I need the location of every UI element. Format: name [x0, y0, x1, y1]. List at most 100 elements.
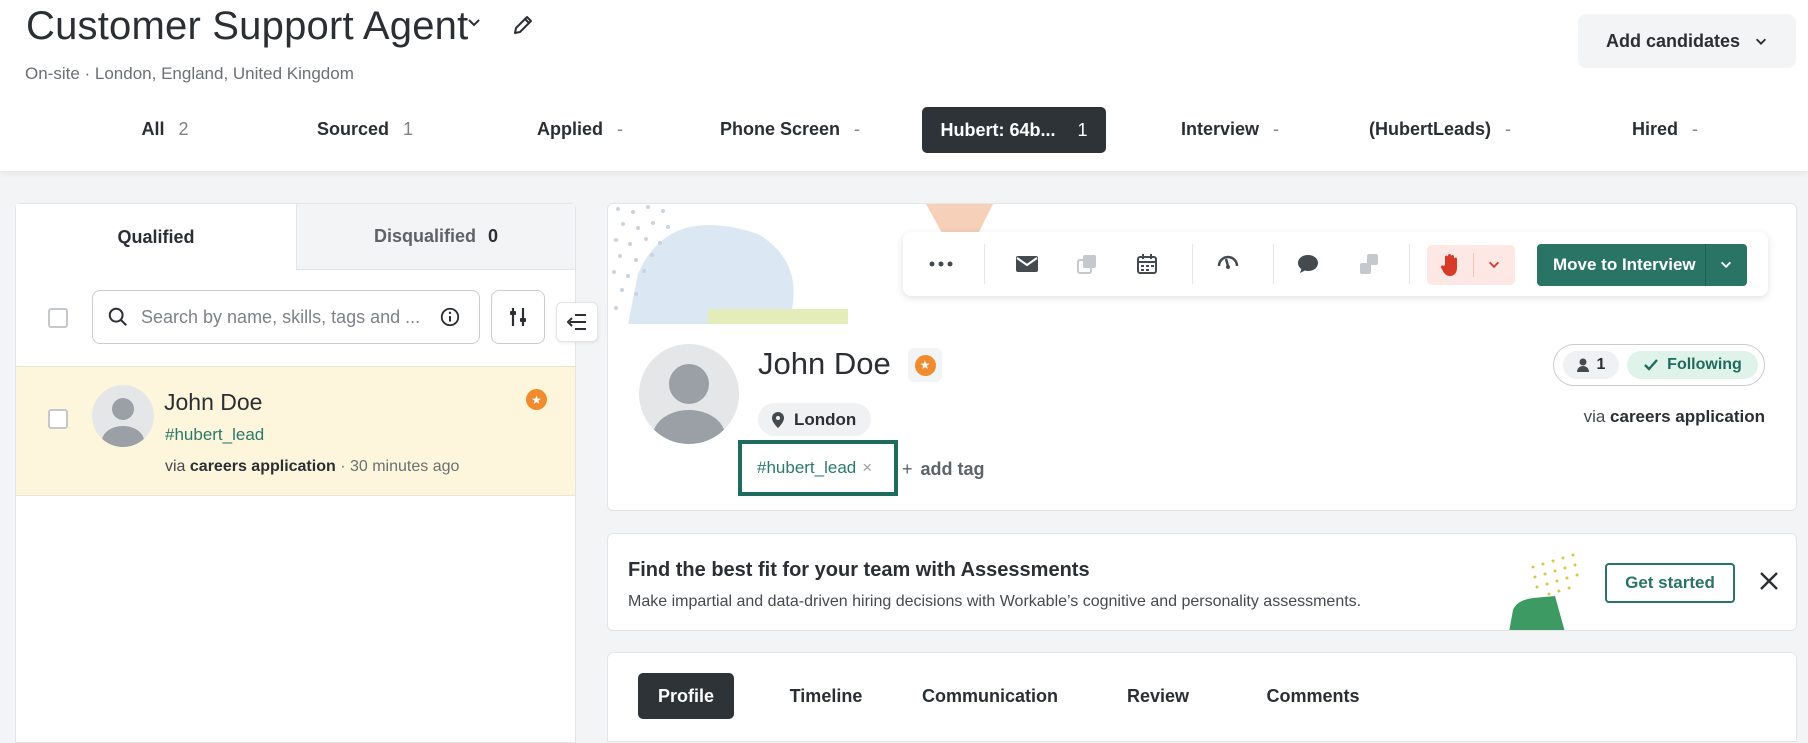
stage-count: - [1273, 118, 1280, 139]
followers-number: 1 [1596, 356, 1606, 373]
profile-tag[interactable]: #hubert_lead × [738, 440, 898, 496]
email-icon[interactable] [1013, 250, 1041, 278]
stage-label: Sourced [316, 118, 389, 139]
stage-count: - [1505, 118, 1511, 139]
remove-tag-icon[interactable]: × [862, 458, 872, 478]
search-icon [108, 307, 127, 326]
stage-label: Interview [1180, 118, 1260, 139]
user-icon [1576, 358, 1589, 372]
star-icon: ★ [914, 354, 936, 376]
stage-count: - [854, 118, 861, 139]
source-name: careers application [1610, 407, 1765, 426]
share-icon[interactable] [1355, 250, 1383, 278]
tab-qualified[interactable]: Qualified [16, 204, 296, 270]
following-label: Following [1667, 356, 1742, 373]
location-chip: London [758, 403, 872, 436]
profile-toolbar: Move to Interview [903, 232, 1768, 296]
stage-label: Hired [1631, 118, 1678, 139]
edit-pencil-icon[interactable] [511, 13, 535, 37]
time-ago: · 30 minutes ago [340, 458, 460, 475]
info-icon[interactable] [439, 306, 461, 328]
promo-subtitle: Make impartial and data-driven hiring de… [628, 593, 1362, 610]
chevron-down-icon [1755, 38, 1767, 45]
chevron-down-icon[interactable] [466, 14, 482, 30]
stage-hubertleads[interactable]: (HubertLeads) - [1365, 106, 1515, 152]
job-location: On-site · London, England, United Kingdo… [25, 64, 354, 83]
via-prefix: via [1583, 407, 1606, 426]
followers-count[interactable]: 1 [1563, 351, 1619, 379]
tab-communication[interactable]: Communication [910, 673, 1070, 719]
assessments-promo: Find the best fit for your team with Ass… [607, 533, 1797, 631]
calendar-icon[interactable] [1133, 250, 1161, 278]
sliders-icon [510, 308, 526, 326]
candidate-checkbox[interactable] [48, 409, 68, 429]
stage-phone-screen[interactable]: Phone Screen - [715, 106, 865, 152]
collapse-left-icon [566, 314, 586, 330]
person-placeholder-icon [653, 364, 725, 444]
disqualify-button[interactable] [1427, 245, 1515, 285]
stage-count: - [1692, 118, 1698, 139]
following-button[interactable]: Following [1627, 351, 1758, 379]
profile-name: John Doe [758, 346, 891, 381]
star-icon: ★ [526, 389, 547, 410]
check-icon [1644, 359, 1659, 371]
stage-hubert[interactable]: Hubert: 64b... 1 [922, 107, 1106, 153]
plus-icon: + [902, 459, 913, 479]
promo-illustration [1509, 553, 1579, 630]
candidate-profile-card: Move to Interview John Doe ★ London #hub… [607, 203, 1797, 511]
close-icon[interactable] [1758, 570, 1780, 592]
via-prefix: via [165, 458, 186, 475]
stage-hired[interactable]: Hired - [1610, 106, 1720, 152]
candidate-tag[interactable]: #hubert_lead [165, 425, 264, 445]
source-name: careers application [189, 458, 336, 475]
copy-icon[interactable] [1073, 250, 1101, 278]
get-started-button[interactable]: Get started [1605, 563, 1735, 603]
add-tag-button[interactable]: + add tag [902, 459, 985, 480]
select-all-checkbox[interactable] [48, 308, 68, 328]
promo-title: Find the best fit for your team with Ass… [628, 559, 1090, 581]
tab-profile[interactable]: Profile [638, 673, 734, 719]
follow-control: 1 Following [1553, 344, 1765, 386]
move-to-stage-button[interactable]: Move to Interview [1537, 244, 1747, 286]
tab-review[interactable]: Review [1108, 673, 1208, 719]
candidate-list-panel: Qualified Disqualified 0 John Doe #hubert… [15, 203, 576, 743]
stage-applied[interactable]: Applied - [520, 106, 640, 152]
tab-disqualified[interactable]: Disqualified 0 [296, 204, 575, 270]
filter-button[interactable] [491, 290, 545, 344]
evaluate-icon[interactable] [1214, 250, 1242, 278]
job-header: Customer Support Agent On-site · London,… [0, 0, 1808, 172]
comment-icon[interactable] [1294, 250, 1322, 278]
location-pin-icon [772, 411, 784, 428]
stage-sourced[interactable]: Sourced 1 [300, 106, 430, 152]
person-placeholder-icon [102, 398, 144, 447]
stage-count: 1 [1077, 119, 1088, 140]
chevron-down-icon[interactable] [1719, 259, 1733, 271]
candidate-name[interactable]: John Doe [164, 389, 262, 416]
collapse-list-button[interactable] [556, 302, 598, 342]
candidate-source: via careers application · 30 minutes ago [165, 458, 459, 476]
stage-label: Hubert: 64b... [940, 119, 1056, 140]
stage-label: (HubertLeads) [1368, 118, 1491, 139]
tab-count: 0 [488, 226, 499, 246]
stage-interview[interactable]: Interview - [1170, 106, 1290, 152]
candidate-row[interactable]: John Doe #hubert_lead via careers applic… [16, 366, 575, 496]
stage-label: Applied [537, 118, 603, 139]
stage-count: - [617, 118, 623, 139]
tab-label: Qualified [117, 226, 195, 247]
star-toggle[interactable]: ★ [908, 348, 942, 382]
search-box [92, 290, 480, 344]
hand-stop-icon [1440, 254, 1457, 276]
qualification-tabs: Qualified Disqualified 0 [16, 204, 575, 270]
job-title[interactable]: Customer Support Agent [26, 4, 468, 49]
avatar [639, 344, 739, 444]
profile-source: via careers application [1584, 407, 1765, 427]
tab-timeline[interactable]: Timeline [770, 673, 882, 719]
profile-tabs: Profile Timeline Communication Review Co… [607, 652, 1797, 742]
more-actions-icon[interactable] [927, 250, 955, 278]
search-input[interactable] [141, 306, 431, 328]
add-candidates-button[interactable]: Add candidates [1578, 14, 1796, 68]
tab-comments[interactable]: Comments [1248, 673, 1378, 719]
tab-label: Disqualified [373, 226, 476, 246]
chevron-down-icon[interactable] [1487, 259, 1501, 271]
stage-all[interactable]: All 2 [110, 106, 220, 152]
